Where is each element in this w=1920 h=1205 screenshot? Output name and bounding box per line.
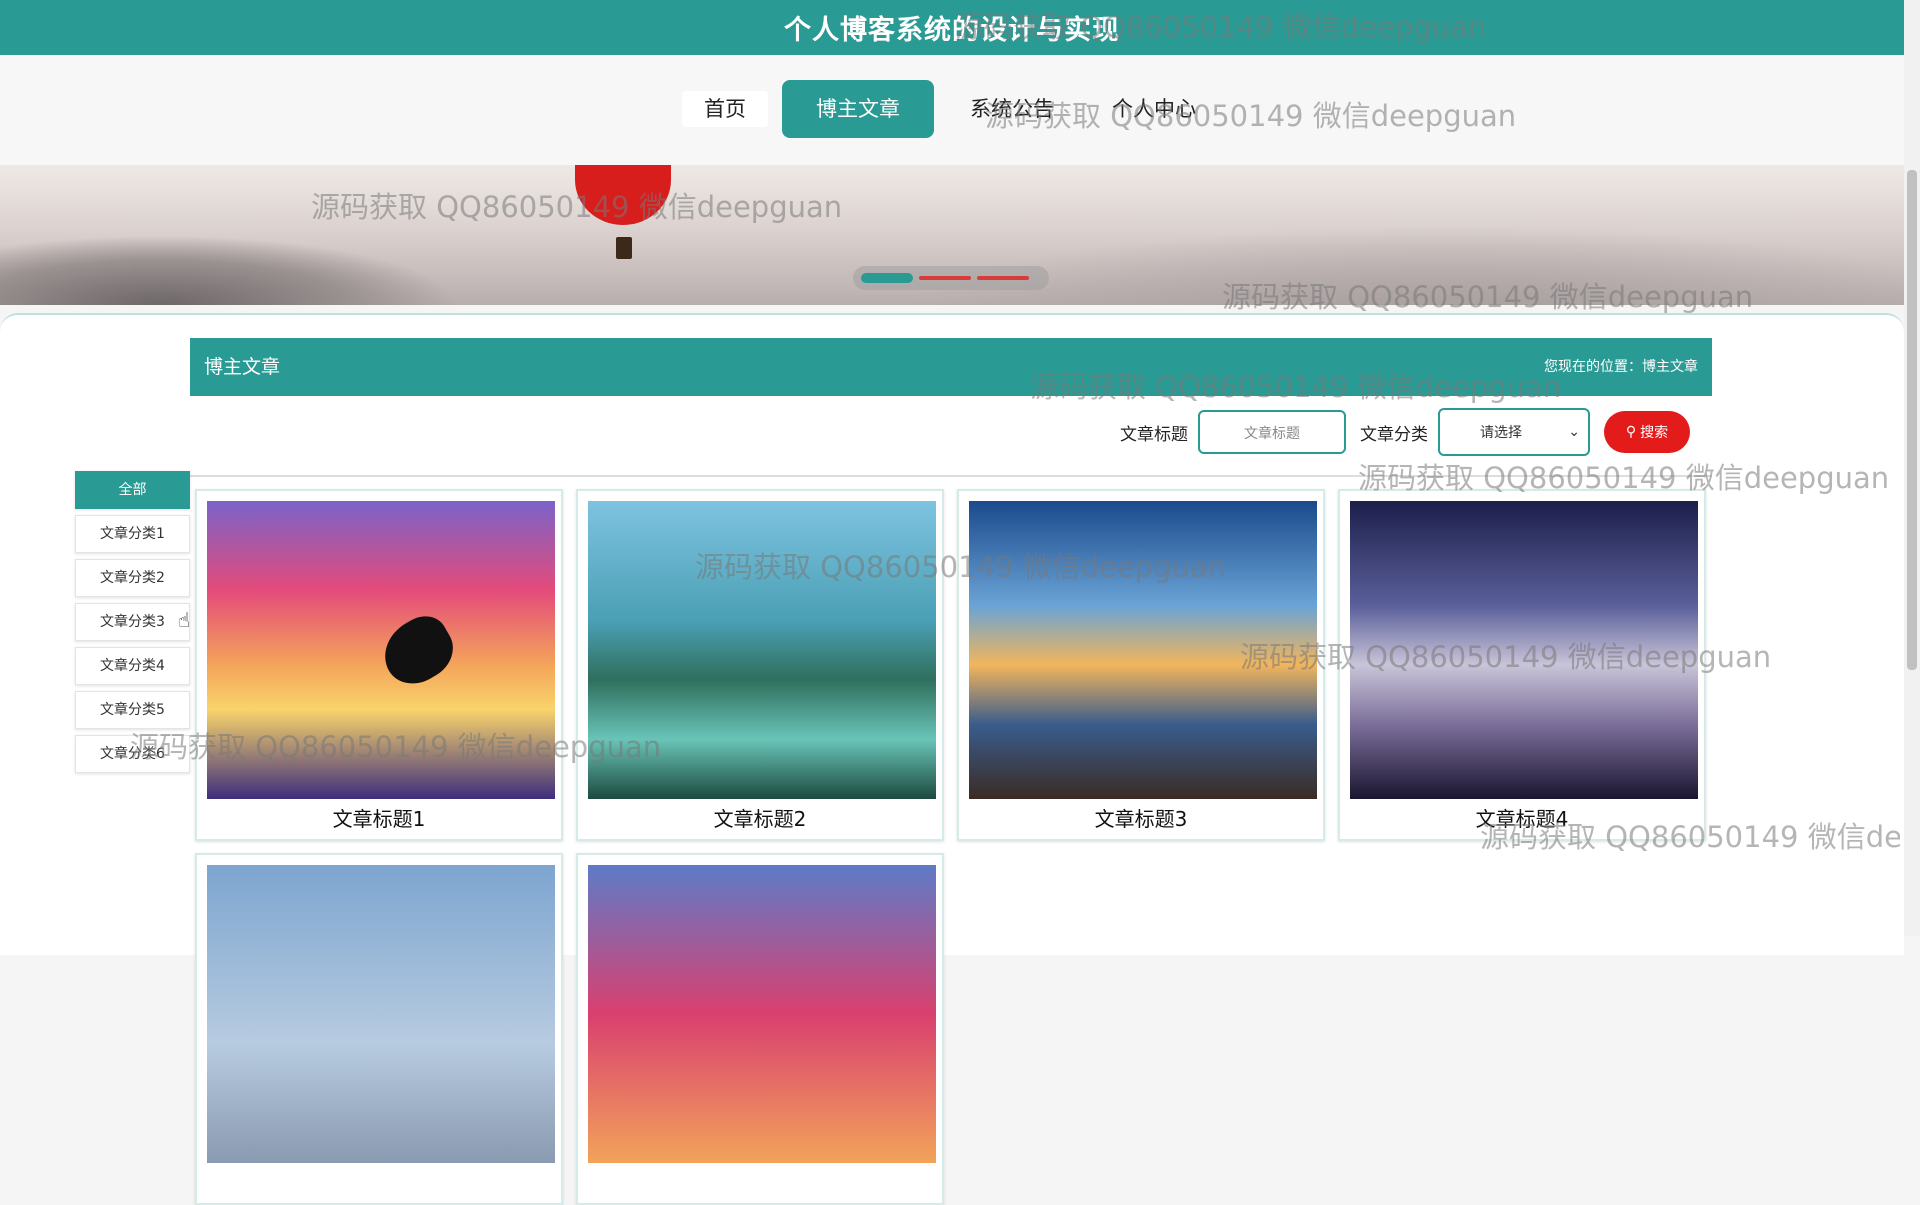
category-item[interactable]: 文章分类4	[75, 647, 190, 685]
article-title[interactable]: 文章标题2	[578, 803, 942, 832]
nav-system-notice[interactable]: 系统公告	[948, 91, 1076, 127]
balloon-basket	[616, 237, 632, 259]
banner-mountain	[900, 225, 1904, 305]
carousel-dot-3[interactable]	[977, 276, 1029, 280]
banner-mountain	[0, 235, 460, 305]
chevron-down-icon: ⌄	[1568, 424, 1580, 440]
category-list: 全部 文章分类1 文章分类2 文章分类3 文章分类4 文章分类5 文章分类6	[75, 471, 190, 779]
article-card[interactable]	[576, 853, 944, 1205]
top-header: 个人博客系统的设计与实现	[0, 0, 1904, 55]
category-select[interactable]: 请选择 ⌄	[1438, 408, 1590, 456]
category-item[interactable]: 文章分类3	[75, 603, 190, 641]
category-label: 文章分类	[1360, 424, 1428, 445]
search-button-label: 搜索	[1640, 425, 1669, 441]
carousel-dot-2[interactable]	[919, 276, 971, 280]
article-image[interactable]	[969, 501, 1317, 799]
article-image[interactable]	[588, 865, 936, 1163]
divider	[190, 475, 1712, 477]
article-image[interactable]	[1350, 501, 1698, 799]
dolphin-silhouette	[372, 607, 464, 695]
carousel-indicators	[853, 266, 1049, 290]
main-nav: 首页 博主文章 系统公告 个人中心	[0, 55, 1904, 165]
article-image[interactable]	[588, 501, 936, 799]
section-title: 博主文章	[204, 356, 281, 378]
breadcrumb: 您现在的位置：博主文章	[1544, 359, 1698, 375]
carousel-dot-1[interactable]	[861, 273, 913, 283]
nav-personal-center[interactable]: 个人中心	[1090, 91, 1218, 127]
scrollbar-thumb[interactable]	[1907, 170, 1917, 670]
category-select-value: 请选择	[1480, 425, 1522, 441]
vertical-scrollbar[interactable]	[1904, 0, 1920, 936]
category-item[interactable]: 文章分类2	[75, 559, 190, 597]
article-card[interactable]: 文章标题3	[957, 489, 1325, 841]
article-title[interactable]: 文章标题4	[1340, 803, 1704, 832]
search-button[interactable]: ⚲ 搜索	[1604, 411, 1690, 453]
article-image[interactable]	[207, 865, 555, 1163]
category-all[interactable]: 全部	[75, 471, 190, 509]
mouse-cursor-icon: ☝	[178, 608, 191, 632]
search-icon: ⚲	[1625, 424, 1637, 440]
article-card[interactable]: 文章标题4	[1338, 489, 1706, 841]
article-image[interactable]	[207, 501, 555, 799]
banner-carousel[interactable]	[0, 165, 1904, 305]
article-card[interactable]	[195, 853, 563, 1205]
title-search-input[interactable]: 文章标题	[1198, 410, 1346, 454]
article-title[interactable]: 文章标题3	[959, 803, 1323, 832]
search-form: 文章标题 文章标题 文章分类 请选择 ⌄ ⚲ 搜索	[1120, 407, 1690, 457]
article-card[interactable]: 文章标题2	[576, 489, 944, 841]
nav-home[interactable]: 首页	[682, 91, 768, 127]
category-item[interactable]: 文章分类5	[75, 691, 190, 729]
hot-air-balloon	[575, 165, 671, 225]
article-title[interactable]: 文章标题1	[197, 803, 561, 832]
nav-blogger-articles[interactable]: 博主文章	[782, 80, 934, 138]
section-header: 博主文章 您现在的位置：博主文章	[190, 338, 1712, 396]
category-item[interactable]: 文章分类1	[75, 515, 190, 553]
site-title: 个人博客系统的设计与实现	[784, 15, 1120, 46]
article-card[interactable]: 文章标题1	[195, 489, 563, 841]
title-label: 文章标题	[1120, 424, 1188, 445]
category-item[interactable]: 文章分类6	[75, 735, 190, 773]
